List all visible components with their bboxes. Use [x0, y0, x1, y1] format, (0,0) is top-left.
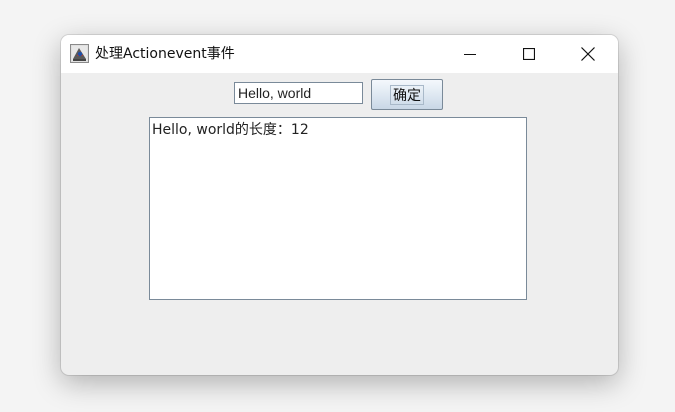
- window-title: 处理Actionevent事件: [95, 46, 235, 62]
- app-window: 处理Actionevent事件 确定: [61, 35, 618, 375]
- text-input-field[interactable]: [234, 82, 363, 104]
- confirm-button[interactable]: 确定: [371, 79, 443, 110]
- maximize-icon: [523, 48, 535, 60]
- output-text-area[interactable]: Hello, world的长度：12: [149, 117, 527, 300]
- desktop: 处理Actionevent事件 确定: [0, 0, 675, 412]
- confirm-button-label: 确定: [390, 84, 424, 105]
- maximize-button[interactable]: [500, 35, 558, 73]
- java-app-icon: [70, 44, 89, 63]
- title-bar[interactable]: 处理Actionevent事件: [61, 35, 618, 73]
- output-text: Hello, world的长度：12: [152, 122, 309, 138]
- close-icon: [581, 47, 595, 61]
- minimize-icon: [464, 54, 476, 55]
- minimize-button[interactable]: [441, 35, 499, 73]
- close-button[interactable]: [559, 35, 617, 73]
